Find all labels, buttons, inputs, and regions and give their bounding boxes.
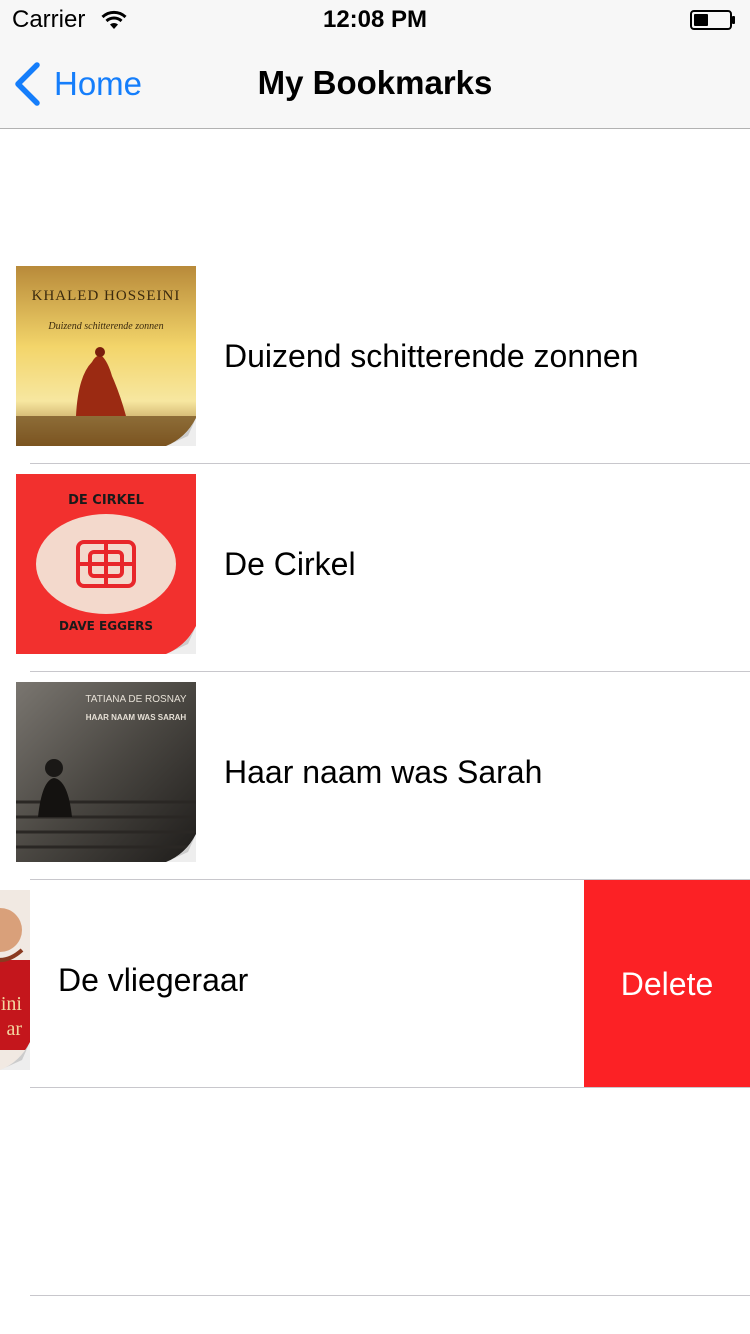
cover-author: DAVE EGGERS: [59, 619, 153, 633]
cover-title: Duizend schitterende zonnen: [47, 321, 163, 332]
book-cover-image: TATIANA DE ROSNAY HAAR NAAM WAS SARAH: [16, 682, 196, 862]
cover-author: KHALED HOSSEINI: [32, 288, 181, 304]
cover-title: DE CIRKEL: [68, 493, 144, 508]
status-bar: Carrier 12:08 PM: [0, 0, 750, 40]
svg-text:ini: ini: [1, 993, 23, 1015]
book-cover-image: DE CIRKEL DAVE EGGERS: [16, 474, 196, 654]
bookmark-row[interactable]: DE CIRKEL DAVE EGGERS De Cirkel: [0, 464, 750, 672]
cover-author: TATIANA DE ROSNAY: [85, 694, 186, 705]
bookmark-title: Haar naam was Sarah: [224, 754, 543, 790]
bookmark-row-content[interactable]: DE CIRKEL DAVE EGGERS De Cirkel: [0, 464, 750, 672]
row-separator: [30, 1295, 750, 1296]
bookmark-title: De vliegeraar: [58, 962, 249, 998]
bookmark-row[interactable]: TATIANA DE ROSNAY HAAR NAAM WAS SARAH Ha…: [0, 672, 750, 880]
bookmark-row[interactable]: ini ar De vliegeraar Delete: [0, 880, 750, 1088]
row-separator: [30, 1087, 750, 1088]
bookmark-title: Duizend schitterende zonnen: [224, 338, 639, 374]
book-cover-image: ini ar: [0, 890, 30, 1070]
svg-text:ar: ar: [6, 1018, 22, 1040]
bookmark-row[interactable]: KHALED HOSSEINI Duizend schitterende zon…: [0, 256, 750, 464]
bookmark-row-content[interactable]: KHALED HOSSEINI Duizend schitterende zon…: [0, 256, 750, 464]
bookmark-row-content[interactable]: TATIANA DE ROSNAY HAAR NAAM WAS SARAH Ha…: [0, 672, 750, 880]
bookmark-row-content[interactable]: ini ar De vliegeraar: [0, 880, 584, 1088]
bookmark-list: KHALED HOSSEINI Duizend schitterende zon…: [0, 256, 750, 1088]
navigation-bar: Home My Bookmarks: [0, 40, 750, 129]
bookmark-title: De Cirkel: [224, 546, 356, 582]
battery-icon: [690, 10, 735, 30]
page-title: My Bookmarks: [257, 64, 493, 101]
status-time: 12:08 PM: [322, 6, 428, 33]
delete-button[interactable]: Delete: [584, 880, 750, 1088]
book-cover-image: KHALED HOSSEINI Duizend schitterende zon…: [16, 266, 196, 446]
cover-title: HAAR NAAM WAS SARAH: [86, 713, 187, 722]
